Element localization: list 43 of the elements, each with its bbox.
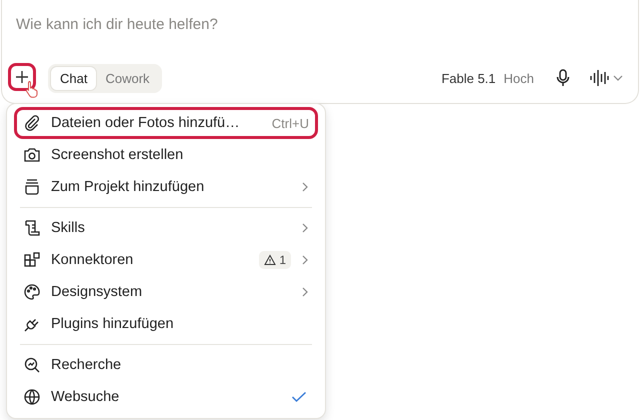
globe-icon: [23, 388, 41, 406]
add-button[interactable]: [8, 63, 36, 91]
menu-item[interactable]: Recherche: [14, 349, 318, 381]
microphone-icon[interactable]: [556, 69, 570, 87]
effort-label: Hoch: [504, 70, 534, 86]
chevron-right-icon: [301, 181, 309, 193]
blocks-icon: [23, 251, 41, 269]
menu-item[interactable]: Websuche: [14, 381, 318, 413]
menu-item-label: Recherche: [51, 357, 122, 373]
model-selector[interactable]: Fable 5.1: [441, 70, 496, 86]
camera-icon: [23, 146, 41, 164]
menu-item-label: Konnektoren: [51, 252, 134, 268]
palette-icon: [23, 283, 41, 301]
plus-icon: [14, 69, 30, 85]
menu-item-label: Dateien oder Fotos hinzufü…: [51, 115, 240, 131]
menu-item[interactable]: Plugins hinzufügen: [14, 308, 318, 340]
paperclip-icon: [23, 114, 41, 132]
menu-item-label: Screenshot erstellen: [51, 147, 184, 163]
voice-mode-icon[interactable]: [590, 69, 624, 87]
chevron-right-icon: [301, 254, 309, 266]
menu-item-label: Zum Projekt hinzufügen: [51, 179, 204, 195]
message-input[interactable]: Wie kann ich dir heute helfen?: [16, 16, 624, 63]
menu-item-label: Skills: [51, 220, 85, 236]
menu-item[interactable]: Konnektoren 1: [14, 244, 318, 276]
pointer-cursor-icon: [25, 80, 39, 98]
menu-item[interactable]: Zum Projekt hinzufügen: [14, 171, 318, 203]
mode-tab[interactable]: Cowork: [96, 66, 159, 90]
mode-tab[interactable]: Chat: [51, 66, 96, 90]
research-icon: [23, 356, 41, 374]
chevron-right-icon: [301, 222, 309, 234]
menu-item[interactable]: Skills: [14, 212, 318, 244]
warning-icon: [264, 254, 276, 266]
stack-icon: [23, 178, 41, 196]
badge-count: 1: [279, 253, 286, 267]
shortcut-label: Ctrl+U: [272, 116, 309, 130]
menu-item-label: Designsystem: [51, 284, 142, 300]
menu-item-label: Plugins hinzufügen: [51, 316, 174, 332]
menu-item-label: Websuche: [51, 389, 120, 405]
menu-item[interactable]: Dateien oder Fotos hinzufü… Ctrl+U: [14, 107, 318, 139]
scroll-icon: [23, 219, 41, 237]
menu-item[interactable]: Designsystem: [14, 276, 318, 308]
menu-item[interactable]: Screenshot erstellen: [14, 139, 318, 171]
chevron-right-icon: [301, 286, 309, 298]
